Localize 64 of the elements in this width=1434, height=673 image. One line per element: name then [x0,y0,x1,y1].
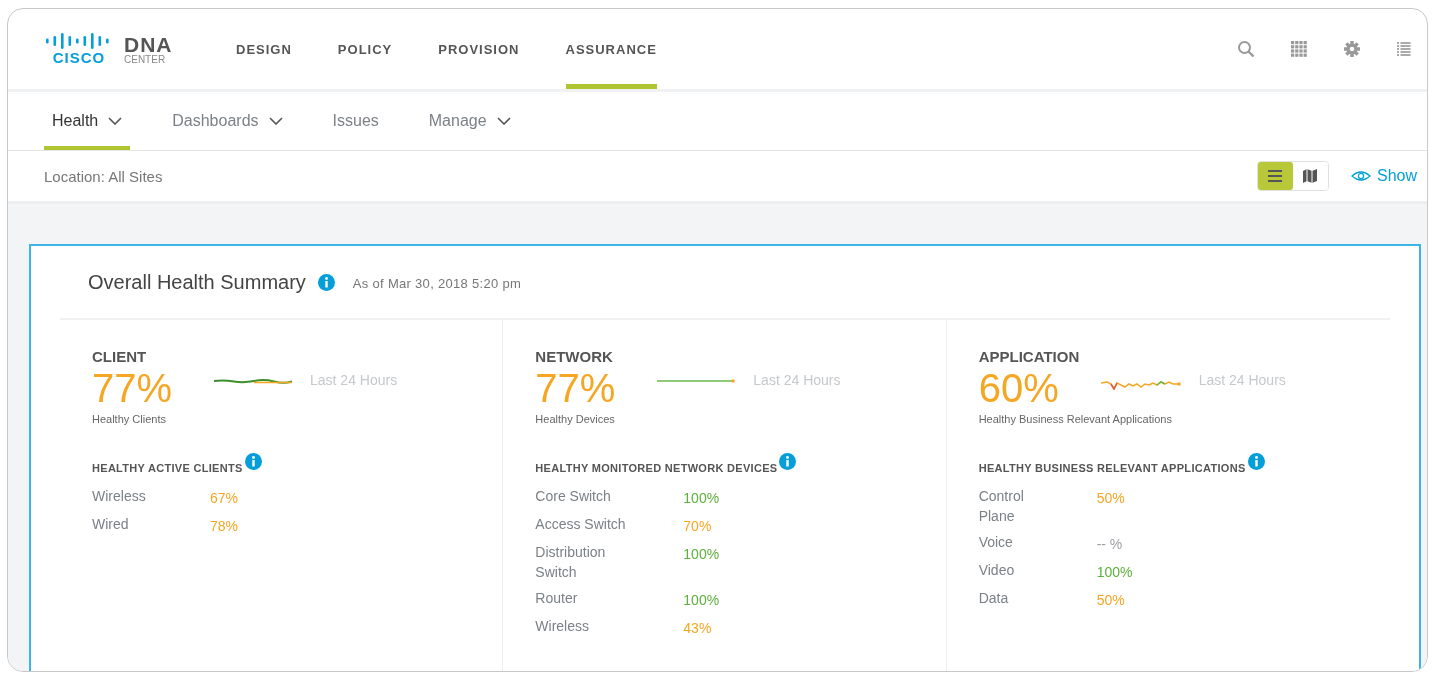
section-heading: APPLICATION [978,348,1081,365]
subnav-tab[interactable]: Health [44,92,131,150]
metric-value: 78% [210,517,240,536]
metric-label: Video [978,561,1016,580]
product-subtitle: CENTER [124,54,167,65]
section-heading: CLIENT [92,348,148,365]
metric-value: 100% [1096,563,1134,582]
nav-tab[interactable]: ASSURANCE [565,9,657,89]
metric-label: Wireless [92,487,147,506]
nav-tab[interactable]: POLICY [337,9,393,89]
info-icon[interactable] [244,453,262,470]
settings-icon[interactable] [1343,40,1361,58]
metric-label: Core Switch [535,487,612,506]
timestamp: As of Mar 30, 2018 5:20 pm [352,275,522,291]
metric-value: 100% [683,545,721,564]
info-icon[interactable] [317,273,335,291]
subsection-heading: HEALTHY BUSINESS RELEVANT APPLICATIONS [978,461,1246,474]
metric-label: Wireless [535,617,590,636]
metric-value: 50% [1096,489,1126,508]
product-name: DNA [124,33,173,55]
metric-value: 67% [210,489,240,508]
search-icon[interactable] [1237,40,1255,58]
brand-name: CISCO [52,49,106,66]
metric-label: Router [535,589,579,608]
info-icon[interactable] [779,453,797,470]
logo-bars-icon [46,32,112,49]
metric-label: Distribution Switch [535,543,607,582]
subsection-heading: HEALTHY MONITORED NETWORK DEVICES [535,461,778,474]
location-label: Location: All Sites [44,167,163,185]
score-caption: Healthy Clients [92,413,167,425]
score-caption: Healthy Devices [535,413,616,425]
nav-tab[interactable]: DESIGN [236,9,292,89]
section-heading: NETWORK [535,348,614,365]
metric-value: 50% [1096,591,1126,610]
metric-label: Access Switch [535,515,627,534]
subnav-tab[interactable]: Issues [324,92,387,150]
metric-value: 70% [683,517,713,536]
nav-tab[interactable]: PROVISION [438,9,520,89]
info-icon[interactable] [1247,453,1265,470]
time-period-label: Last 24 Hours [753,372,841,388]
health-score: 60% [978,365,1060,411]
list-icon [1268,170,1283,182]
card-title: Overall Health Summary [88,270,306,294]
subsection-heading: HEALTHY ACTIVE CLIENTS [92,461,243,474]
subnav-tab[interactable]: Manage [420,92,519,150]
eye-icon [1350,170,1371,182]
metric-label: Voice [978,533,1014,552]
score-caption: Healthy Business Relevant Applications [978,413,1173,425]
time-period-label: Last 24 Hours [1198,372,1286,388]
metric-label: Control Plane [978,487,1025,526]
time-period-label: Last 24 Hours [310,372,398,388]
health-score: 77% [92,365,174,411]
metric-value: 100% [683,591,721,610]
health-score: 77% [535,365,617,411]
map-icon [1303,169,1318,183]
apps-grid-icon[interactable] [1291,41,1307,57]
metric-value: -- % [1096,535,1124,554]
metric-value: 100% [683,489,721,508]
subnav-tab[interactable]: Dashboards [164,92,291,150]
metric-label: Data [978,589,1010,608]
metric-value: 43% [683,619,713,638]
list-view-button[interactable] [1257,162,1293,190]
metric-label: Wired [92,515,130,534]
list-icon[interactable] [1397,42,1411,56]
